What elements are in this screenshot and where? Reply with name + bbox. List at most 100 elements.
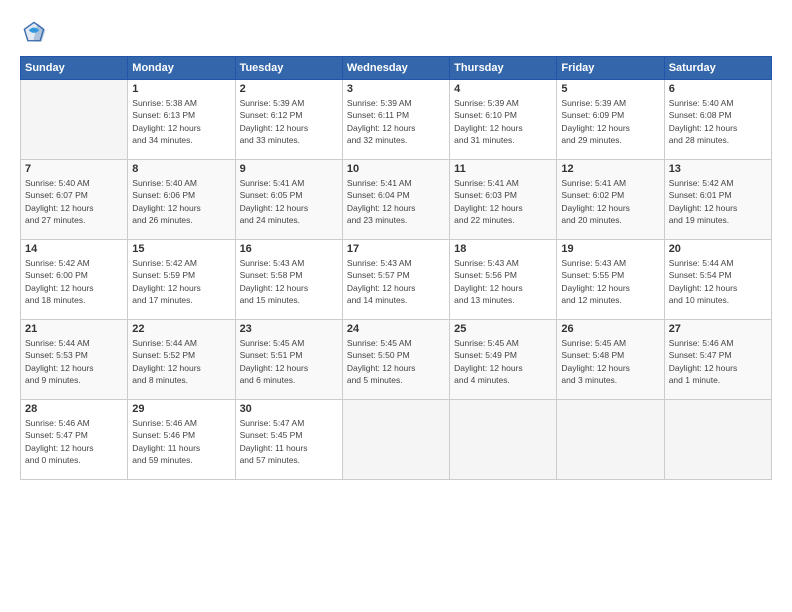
day-info: Sunrise: 5:40 AM Sunset: 6:08 PM Dayligh…	[669, 97, 767, 146]
day-number: 11	[454, 163, 552, 175]
calendar-cell: 16Sunrise: 5:43 AM Sunset: 5:58 PM Dayli…	[235, 240, 342, 320]
day-info: Sunrise: 5:39 AM Sunset: 6:12 PM Dayligh…	[240, 97, 338, 146]
weekday-header-wednesday: Wednesday	[342, 57, 449, 80]
calendar-cell: 9 Sunrise: 5:41 AM Sunset: 6:05 PM Daylig…	[235, 160, 342, 240]
day-number: 22	[132, 323, 230, 335]
day-info: Sunrise: 5:45 AM Sunset: 5:48 PM Dayligh…	[561, 337, 659, 386]
calendar-cell: 27 Sunrise: 5:46 AM Sunset: 5:47 PM Dayli…	[664, 320, 771, 400]
day-info: Sunrise: 5:44 AM Sunset: 5:54 PM Dayligh…	[669, 257, 767, 306]
calendar-cell: 14Sunrise: 5:42 AM Sunset: 6:00 PM Dayli…	[21, 240, 128, 320]
day-info: Sunrise: 5:39 AM Sunset: 6:10 PM Dayligh…	[454, 97, 552, 146]
calendar-header: SundayMondayTuesdayWednesdayThursdayFrid…	[21, 57, 772, 80]
weekday-header-tuesday: Tuesday	[235, 57, 342, 80]
calendar-cell: 23 Sunrise: 5:45 AM Sunset: 5:51 PM Dayli…	[235, 320, 342, 400]
weekday-header-monday: Monday	[128, 57, 235, 80]
day-number: 26	[561, 323, 659, 335]
weekday-row: SundayMondayTuesdayWednesdayThursdayFrid…	[21, 57, 772, 80]
calendar-cell: 25 Sunrise: 5:45 AM Sunset: 5:49 PM Dayli…	[450, 320, 557, 400]
calendar-cell	[557, 400, 664, 480]
calendar-cell: 3 Sunrise: 5:39 AM Sunset: 6:11 PM Daylig…	[342, 80, 449, 160]
day-info: Sunrise: 5:46 AM Sunset: 5:46 PM Dayligh…	[132, 417, 230, 466]
calendar-week-3: 14Sunrise: 5:42 AM Sunset: 6:00 PM Dayli…	[21, 240, 772, 320]
calendar-page: SundayMondayTuesdayWednesdayThursdayFrid…	[0, 0, 792, 612]
calendar-week-1: 1 Sunrise: 5:38 AM Sunset: 6:13 PM Daylig…	[21, 80, 772, 160]
day-info: Sunrise: 5:46 AM Sunset: 5:47 PM Dayligh…	[669, 337, 767, 386]
calendar-cell	[342, 400, 449, 480]
day-info: Sunrise: 5:40 AM Sunset: 6:06 PM Dayligh…	[132, 177, 230, 226]
calendar-cell: 26 Sunrise: 5:45 AM Sunset: 5:48 PM Dayli…	[557, 320, 664, 400]
calendar-cell: 11Sunrise: 5:41 AM Sunset: 6:03 PM Dayli…	[450, 160, 557, 240]
day-number: 12	[561, 163, 659, 175]
calendar-cell	[21, 80, 128, 160]
day-number: 30	[240, 403, 338, 415]
logo	[20, 18, 54, 46]
day-number: 9	[240, 163, 338, 175]
calendar-cell: 24 Sunrise: 5:45 AM Sunset: 5:50 PM Dayli…	[342, 320, 449, 400]
calendar-cell: 29 Sunrise: 5:46 AM Sunset: 5:46 PM Dayli…	[128, 400, 235, 480]
day-info: Sunrise: 5:45 AM Sunset: 5:51 PM Dayligh…	[240, 337, 338, 386]
calendar-cell: 15 Sunrise: 5:42 AM Sunset: 5:59 PM Dayli…	[128, 240, 235, 320]
day-info: Sunrise: 5:41 AM Sunset: 6:04 PM Dayligh…	[347, 177, 445, 226]
weekday-header-thursday: Thursday	[450, 57, 557, 80]
day-number: 1	[132, 83, 230, 95]
weekday-header-sunday: Sunday	[21, 57, 128, 80]
day-number: 16	[240, 243, 338, 255]
day-info: Sunrise: 5:39 AM Sunset: 6:11 PM Dayligh…	[347, 97, 445, 146]
calendar-cell	[664, 400, 771, 480]
day-number: 17	[347, 243, 445, 255]
calendar-cell: 1 Sunrise: 5:38 AM Sunset: 6:13 PM Daylig…	[128, 80, 235, 160]
calendar-week-4: 21 Sunrise: 5:44 AM Sunset: 5:53 PM Dayli…	[21, 320, 772, 400]
calendar-cell: 12 Sunrise: 5:41 AM Sunset: 6:02 PM Dayli…	[557, 160, 664, 240]
calendar-cell: 10 Sunrise: 5:41 AM Sunset: 6:04 PM Dayli…	[342, 160, 449, 240]
day-number: 18	[454, 243, 552, 255]
day-info: Sunrise: 5:39 AM Sunset: 6:09 PM Dayligh…	[561, 97, 659, 146]
day-info: Sunrise: 5:43 AM Sunset: 5:55 PM Dayligh…	[561, 257, 659, 306]
calendar-cell: 4Sunrise: 5:39 AM Sunset: 6:10 PM Daylig…	[450, 80, 557, 160]
header	[20, 18, 772, 46]
calendar-cell: 28Sunrise: 5:46 AM Sunset: 5:47 PM Dayli…	[21, 400, 128, 480]
day-info: Sunrise: 5:41 AM Sunset: 6:02 PM Dayligh…	[561, 177, 659, 226]
day-info: Sunrise: 5:43 AM Sunset: 5:57 PM Dayligh…	[347, 257, 445, 306]
day-number: 20	[669, 243, 767, 255]
day-number: 27	[669, 323, 767, 335]
calendar-cell: 6 Sunrise: 5:40 AM Sunset: 6:08 PM Daylig…	[664, 80, 771, 160]
day-info: Sunrise: 5:41 AM Sunset: 6:05 PM Dayligh…	[240, 177, 338, 226]
weekday-header-friday: Friday	[557, 57, 664, 80]
calendar-cell: 13 Sunrise: 5:42 AM Sunset: 6:01 PM Dayli…	[664, 160, 771, 240]
calendar-cell: 17 Sunrise: 5:43 AM Sunset: 5:57 PM Dayli…	[342, 240, 449, 320]
day-info: Sunrise: 5:47 AM Sunset: 5:45 PM Dayligh…	[240, 417, 338, 466]
calendar-cell: 8Sunrise: 5:40 AM Sunset: 6:06 PM Daylig…	[128, 160, 235, 240]
day-info: Sunrise: 5:44 AM Sunset: 5:52 PM Dayligh…	[132, 337, 230, 386]
day-info: Sunrise: 5:42 AM Sunset: 5:59 PM Dayligh…	[132, 257, 230, 306]
calendar-cell: 7Sunrise: 5:40 AM Sunset: 6:07 PM Daylig…	[21, 160, 128, 240]
day-info: Sunrise: 5:38 AM Sunset: 6:13 PM Dayligh…	[132, 97, 230, 146]
calendar-cell: 21 Sunrise: 5:44 AM Sunset: 5:53 PM Dayli…	[21, 320, 128, 400]
calendar-cell: 30 Sunrise: 5:47 AM Sunset: 5:45 PM Dayli…	[235, 400, 342, 480]
calendar-cell: 2Sunrise: 5:39 AM Sunset: 6:12 PM Daylig…	[235, 80, 342, 160]
day-number: 10	[347, 163, 445, 175]
weekday-header-saturday: Saturday	[664, 57, 771, 80]
day-number: 5	[561, 83, 659, 95]
day-info: Sunrise: 5:43 AM Sunset: 5:56 PM Dayligh…	[454, 257, 552, 306]
day-info: Sunrise: 5:42 AM Sunset: 6:00 PM Dayligh…	[25, 257, 123, 306]
day-info: Sunrise: 5:42 AM Sunset: 6:01 PM Dayligh…	[669, 177, 767, 226]
calendar-week-2: 7Sunrise: 5:40 AM Sunset: 6:07 PM Daylig…	[21, 160, 772, 240]
day-number: 21	[25, 323, 123, 335]
calendar-cell: 20 Sunrise: 5:44 AM Sunset: 5:54 PM Dayli…	[664, 240, 771, 320]
day-number: 13	[669, 163, 767, 175]
day-number: 24	[347, 323, 445, 335]
day-number: 3	[347, 83, 445, 95]
day-number: 6	[669, 83, 767, 95]
day-number: 29	[132, 403, 230, 415]
calendar-cell	[450, 400, 557, 480]
calendar-cell: 22 Sunrise: 5:44 AM Sunset: 5:52 PM Dayli…	[128, 320, 235, 400]
day-number: 15	[132, 243, 230, 255]
day-info: Sunrise: 5:44 AM Sunset: 5:53 PM Dayligh…	[25, 337, 123, 386]
day-number: 23	[240, 323, 338, 335]
calendar-table: SundayMondayTuesdayWednesdayThursdayFrid…	[20, 56, 772, 480]
calendar-week-5: 28Sunrise: 5:46 AM Sunset: 5:47 PM Dayli…	[21, 400, 772, 480]
day-number: 25	[454, 323, 552, 335]
day-info: Sunrise: 5:45 AM Sunset: 5:49 PM Dayligh…	[454, 337, 552, 386]
calendar-body: 1 Sunrise: 5:38 AM Sunset: 6:13 PM Daylig…	[21, 80, 772, 480]
day-info: Sunrise: 5:45 AM Sunset: 5:50 PM Dayligh…	[347, 337, 445, 386]
